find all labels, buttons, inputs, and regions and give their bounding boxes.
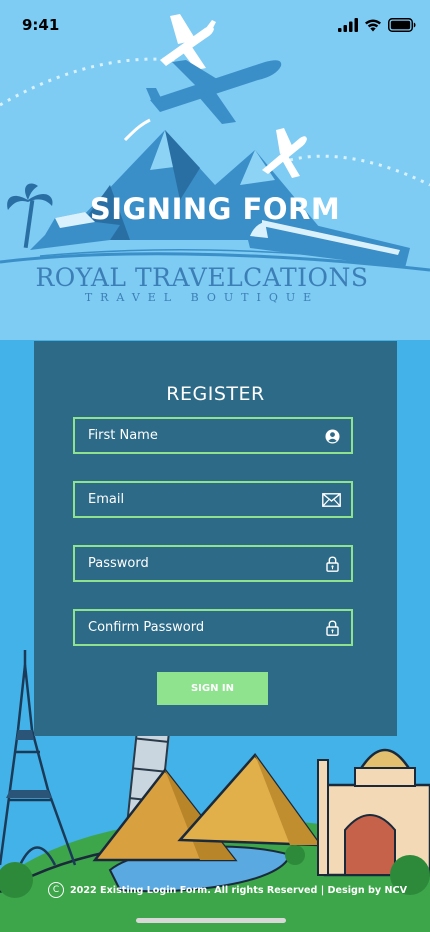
home-indicator[interactable] xyxy=(136,918,286,923)
battery-icon xyxy=(388,18,416,32)
brand-name: ROYAL TRAVELCATIONS xyxy=(35,263,369,292)
brand-tagline: TRAVEL BOUTIQUE xyxy=(84,291,320,304)
wifi-icon xyxy=(365,19,381,32)
lock-icon xyxy=(323,619,341,637)
first-name-input[interactable] xyxy=(75,419,351,452)
airplane-icon xyxy=(262,128,307,178)
page-title: SIGNING FORM xyxy=(89,192,341,226)
footer: C 2022 Existing Login Form. All rights R… xyxy=(48,882,407,898)
footer-text: 2022 Existing Login Form. All rights Res… xyxy=(70,884,408,896)
copyright-icon: C xyxy=(48,882,64,898)
register-form: REGISTER First Name Email SIGN IN xyxy=(34,341,397,736)
taj-mahal-illustration xyxy=(317,718,430,877)
lock-icon xyxy=(323,555,341,573)
status-time: 9:41 xyxy=(22,16,60,34)
first-name-field-wrapper xyxy=(73,417,353,454)
header-banner: SIGNING FORM ROYAL TRAVELCATIONS TRAVEL … xyxy=(0,0,430,340)
status-icons xyxy=(338,18,416,32)
envelope-icon xyxy=(321,491,341,509)
status-bar: 9:41 xyxy=(0,0,430,50)
password-field-wrapper xyxy=(73,545,353,582)
confirm-password-field-wrapper xyxy=(73,609,353,646)
form-title: REGISTER xyxy=(166,383,265,405)
email-input[interactable] xyxy=(75,483,351,516)
airplane-icon xyxy=(123,60,282,142)
password-input[interactable] xyxy=(75,547,351,580)
email-field-wrapper xyxy=(73,481,353,518)
confirm-password-input[interactable] xyxy=(75,611,351,644)
sign-in-button[interactable]: SIGN IN xyxy=(157,672,268,705)
signal-icon xyxy=(338,18,358,32)
user-icon xyxy=(323,427,341,445)
